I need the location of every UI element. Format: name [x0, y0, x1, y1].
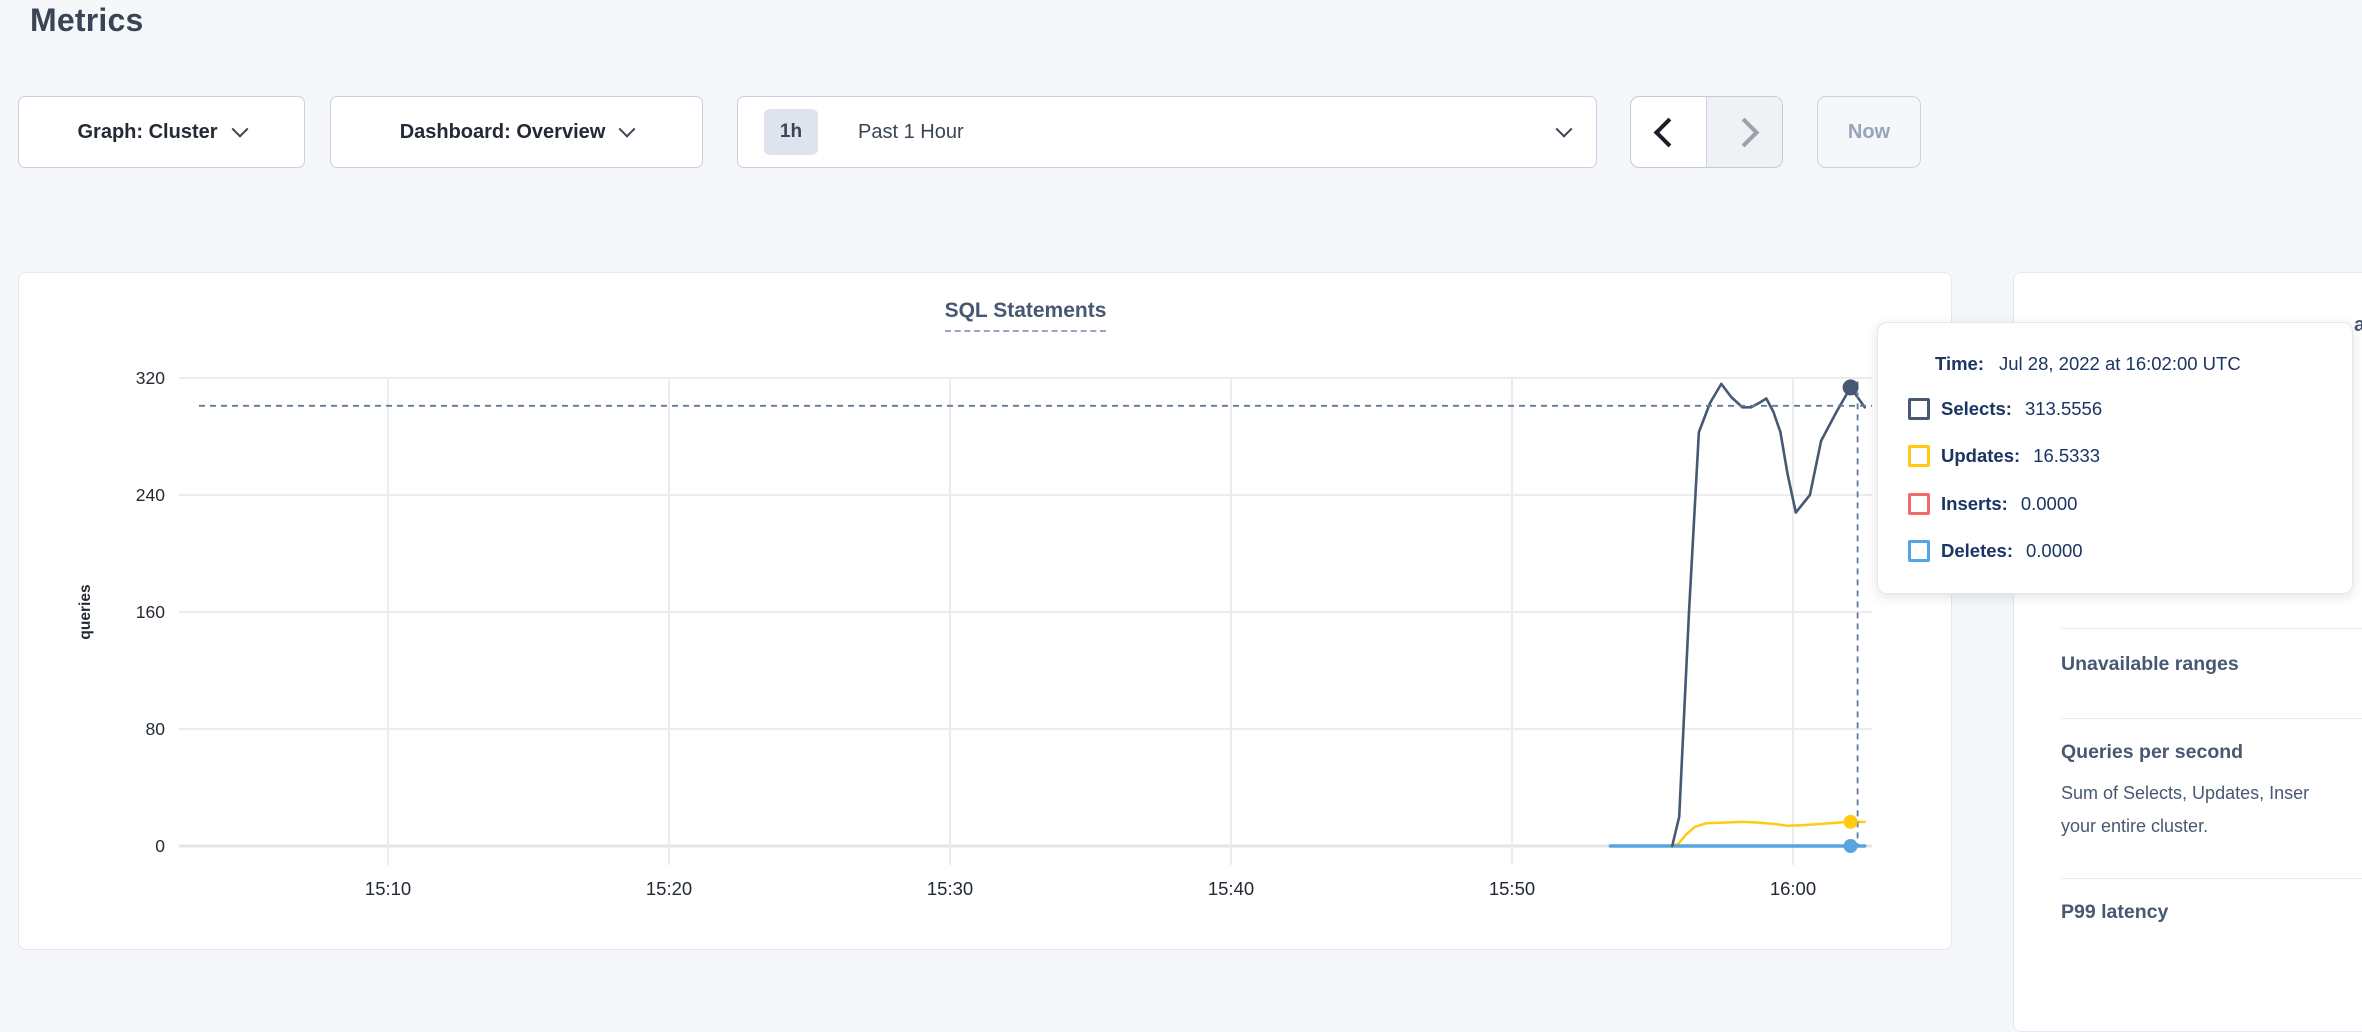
svg-text:240: 240: [136, 485, 165, 505]
tooltip-time-value: Jul 28, 2022 at 16:02:00 UTC: [1999, 353, 2241, 375]
series-label: Updates:: [1941, 445, 2020, 467]
svg-text:15:10: 15:10: [365, 878, 411, 899]
svg-text:16:00: 16:00: [1770, 878, 1816, 899]
time-range-label: Past 1 Hour: [858, 121, 964, 144]
updates-series-swatch-icon: [1908, 445, 1930, 467]
now-button-label: Now: [1848, 121, 1890, 144]
series-value: 0.0000: [2021, 493, 2078, 515]
clipped-text-fragment: a: [2354, 314, 2362, 337]
chevron-left-icon: [1654, 117, 1684, 147]
time-range-badge: 1h: [764, 109, 818, 155]
svg-text:15:20: 15:20: [646, 878, 692, 899]
tooltip-time-row: Time: Jul 28, 2022 at 16:02:00 UTC: [1935, 353, 2322, 375]
deletes-series-swatch-icon: [1908, 540, 1930, 562]
svg-text:15:30: 15:30: [927, 878, 973, 899]
sidebar-divider: [2061, 718, 2362, 719]
now-button[interactable]: Now: [1817, 96, 1921, 168]
sidebar-divider: [2061, 878, 2362, 879]
tooltip-row: Inserts: 0.0000: [1908, 480, 2322, 528]
page-title: Metrics: [30, 2, 143, 39]
dashboard-label: Dashboard: Overview: [400, 121, 606, 144]
chevron-down-icon: [1556, 121, 1573, 138]
sidebar-section-description: your entire cluster.: [2061, 816, 2208, 837]
series-label: Selects:: [1941, 398, 2012, 420]
svg-text:80: 80: [146, 719, 166, 739]
tooltip-row: Updates: 16.5333: [1908, 433, 2322, 481]
tooltip-time-label: Time:: [1935, 353, 1984, 375]
series-label: Inserts:: [1941, 493, 2008, 515]
chart-svg[interactable]: 0 80 160 240 320 15:10 15:20 15:30 15:40 15:50 16:…: [19, 273, 1953, 951]
prev-range-button[interactable]: [1631, 97, 1706, 167]
sidebar-section-description: Sum of Selects, Updates, Inser: [2061, 783, 2309, 804]
chevron-down-icon: [231, 121, 248, 138]
graph-scope-dropdown[interactable]: Graph: Cluster: [18, 96, 305, 168]
series-value: 313.5556: [2025, 398, 2102, 420]
dashboard-dropdown[interactable]: Dashboard: Overview: [330, 96, 703, 168]
graph-scope-label: Graph: Cluster: [77, 121, 217, 144]
series-value: 0.0000: [2026, 540, 2083, 562]
chevron-down-icon: [619, 121, 636, 138]
svg-text:320: 320: [136, 368, 165, 388]
svg-text:15:50: 15:50: [1489, 878, 1535, 899]
series-label: Deletes:: [1941, 540, 2013, 562]
series-value: 16.5333: [2033, 445, 2100, 467]
chart-hover-tooltip: Time: Jul 28, 2022 at 16:02:00 UTC Selec…: [1877, 322, 2353, 594]
svg-text:160: 160: [136, 602, 165, 622]
tooltip-row: Deletes: 0.0000: [1908, 528, 2322, 576]
next-range-button[interactable]: [1706, 97, 1782, 167]
time-range-dropdown[interactable]: 1h Past 1 Hour: [737, 96, 1597, 168]
chevron-right-icon: [1730, 117, 1760, 147]
sidebar-section-heading: P99 latency: [2061, 901, 2168, 924]
sql-statements-chart-card: SQL Statements queries 08016024032015:10…: [18, 272, 1952, 950]
sidebar-section-heading: Unavailable ranges: [2061, 653, 2239, 676]
tooltip-row: Selects: 313.5556: [1908, 385, 2322, 433]
sidebar-divider: [2061, 628, 2362, 629]
time-range-pager: [1630, 96, 1783, 168]
svg-text:15:40: 15:40: [1208, 878, 1254, 899]
inserts-series-swatch-icon: [1908, 493, 1930, 515]
svg-text:0: 0: [155, 836, 165, 856]
selects-series-swatch-icon: [1908, 398, 1930, 420]
sidebar-section-heading: Queries per second: [2061, 741, 2243, 764]
